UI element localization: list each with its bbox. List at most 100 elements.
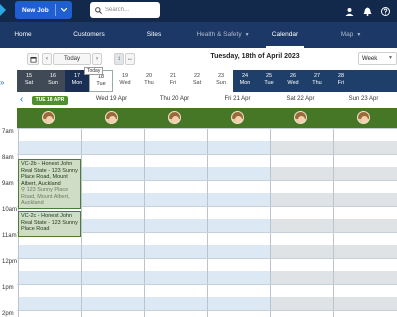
half-hour-slot[interactable] — [145, 271, 207, 284]
search-box[interactable] — [90, 2, 160, 18]
nav-health-safety[interactable]: Health & Safety ▼ — [192, 22, 254, 48]
day-number: 18 — [97, 74, 105, 80]
date-strip-day[interactable]: 16 Sun — [41, 70, 65, 92]
date-strip-day[interactable]: 19 Wed — [113, 70, 137, 92]
day-column-sun[interactable] — [333, 128, 397, 317]
collapse-arrows-icon[interactable]: » — [0, 78, 4, 87]
date-strip-day[interactable]: 15 Sat — [17, 70, 41, 92]
half-hour-slot[interactable] — [19, 271, 81, 284]
half-hour-slot[interactable] — [82, 271, 144, 284]
half-hour-slot[interactable] — [271, 297, 333, 310]
half-hour-slot[interactable] — [334, 245, 397, 258]
half-hour-slot[interactable] — [334, 271, 397, 284]
day-column-sat[interactable] — [270, 128, 333, 317]
day-column-wed[interactable] — [81, 128, 144, 317]
date-strip-day[interactable]: 25 Tue — [257, 70, 281, 92]
nav-map-label: Map — [340, 31, 354, 38]
half-hour-slot[interactable] — [271, 219, 333, 232]
half-hour-slot[interactable] — [334, 167, 397, 180]
avatar[interactable] — [357, 111, 370, 124]
half-hour-slot[interactable] — [334, 219, 397, 232]
view-select[interactable]: Week ▼ — [358, 52, 397, 65]
half-hour-slot[interactable] — [208, 141, 270, 154]
new-job-button[interactable]: New Job — [15, 1, 72, 19]
half-hour-slot[interactable] — [19, 245, 81, 258]
time-label: 2pm — [2, 311, 14, 317]
half-hour-slot[interactable] — [19, 297, 81, 310]
date-strip-day[interactable]: 20 Thu — [137, 70, 161, 92]
half-hour-slot[interactable] — [145, 219, 207, 232]
calendar-event[interactable]: VC-2b - Honest John Real State - 123 Sun… — [18, 159, 81, 209]
half-hour-slot[interactable] — [208, 193, 270, 206]
half-hour-slot[interactable] — [82, 297, 144, 310]
current-date-title: Tuesday, 18th of April 2023 — [210, 53, 300, 60]
avatar[interactable] — [294, 111, 307, 124]
column-header[interactable]: Fri 21 Apr — [206, 96, 269, 102]
back-arrow-icon[interactable]: ‹ — [20, 94, 23, 106]
half-hour-slot[interactable] — [334, 193, 397, 206]
chevron-down-icon[interactable] — [56, 8, 72, 12]
date-strip-day[interactable]: 22 Sat — [185, 70, 209, 92]
column-header[interactable]: Sat 22 Apr — [269, 96, 332, 102]
half-hour-slot[interactable] — [145, 141, 207, 154]
nav-customers[interactable]: Customers — [64, 22, 114, 48]
date-strip-day[interactable]: 28 Fri — [329, 70, 353, 92]
search-input[interactable] — [105, 7, 157, 13]
half-hour-slot[interactable] — [82, 193, 144, 206]
column-header[interactable]: Sun 23 Apr — [332, 96, 395, 102]
today-button[interactable]: Today — [53, 53, 91, 65]
half-hour-slot[interactable] — [145, 193, 207, 206]
half-hour-slot[interactable] — [271, 193, 333, 206]
half-hour-slot[interactable] — [145, 297, 207, 310]
half-hour-slot[interactable] — [271, 167, 333, 180]
bell-icon[interactable] — [361, 3, 373, 19]
half-hour-slot[interactable] — [82, 167, 144, 180]
vertical-layout-toggle[interactable]: ↕ — [114, 53, 124, 65]
day-name: Tue — [96, 81, 106, 87]
date-strip-day[interactable]: 27 Thu — [305, 70, 329, 92]
date-strip-day[interactable]: 21 Fri — [161, 70, 185, 92]
half-hour-slot[interactable] — [208, 297, 270, 310]
app-logo[interactable] — [0, 3, 8, 17]
date-strip-day[interactable]: 23 Sun — [209, 70, 233, 92]
half-hour-slot[interactable] — [208, 271, 270, 284]
today-column-badge[interactable]: TUE 18 APR — [32, 96, 68, 105]
half-hour-slot[interactable] — [208, 219, 270, 232]
avatar[interactable] — [231, 111, 244, 124]
day-column-fri[interactable] — [207, 128, 270, 317]
help-icon[interactable] — [379, 3, 391, 19]
date-strip-day[interactable]: 24 Mon — [233, 70, 257, 92]
nav-map[interactable]: Map ▼ — [336, 22, 366, 48]
avatar[interactable] — [42, 111, 55, 124]
half-hour-slot[interactable] — [208, 167, 270, 180]
half-hour-slot[interactable] — [145, 167, 207, 180]
half-hour-slot[interactable] — [271, 245, 333, 258]
column-header[interactable]: Thu 20 Apr — [143, 96, 206, 102]
half-hour-slot[interactable] — [271, 141, 333, 154]
half-hour-slot[interactable] — [145, 245, 207, 258]
nav-home[interactable]: Home — [6, 22, 40, 48]
prev-week-button[interactable]: ‹ — [42, 53, 52, 65]
half-hour-slot[interactable] — [19, 141, 81, 154]
half-hour-slot[interactable] — [271, 271, 333, 284]
avatar[interactable] — [105, 111, 118, 124]
next-week-button[interactable]: › — [92, 53, 102, 65]
half-hour-slot[interactable] — [334, 297, 397, 310]
half-hour-slot[interactable] — [334, 141, 397, 154]
horizontal-layout-toggle[interactable]: ↔ — [125, 53, 135, 65]
nav-customers-label: Customers — [73, 31, 105, 38]
nav-sites[interactable]: Sites — [139, 22, 169, 48]
day-column-thu[interactable] — [144, 128, 207, 317]
avatar[interactable] — [168, 111, 181, 124]
calendar-event[interactable]: VC-2c - Honest John Real State - 123 Sun… — [18, 211, 81, 237]
nav-calendar[interactable]: Calendar — [262, 22, 308, 48]
date-strip-day[interactable]: 26 Wed — [281, 70, 305, 92]
half-hour-slot[interactable] — [82, 245, 144, 258]
column-header[interactable]: Wed 19 Apr — [80, 96, 143, 102]
calendar-picker-button[interactable] — [27, 53, 39, 65]
half-hour-slot[interactable] — [82, 141, 144, 154]
half-hour-slot[interactable] — [208, 245, 270, 258]
user-settings-icon[interactable] — [343, 3, 355, 19]
half-hour-slot[interactable] — [82, 219, 144, 232]
day-number: 28 — [337, 73, 345, 79]
